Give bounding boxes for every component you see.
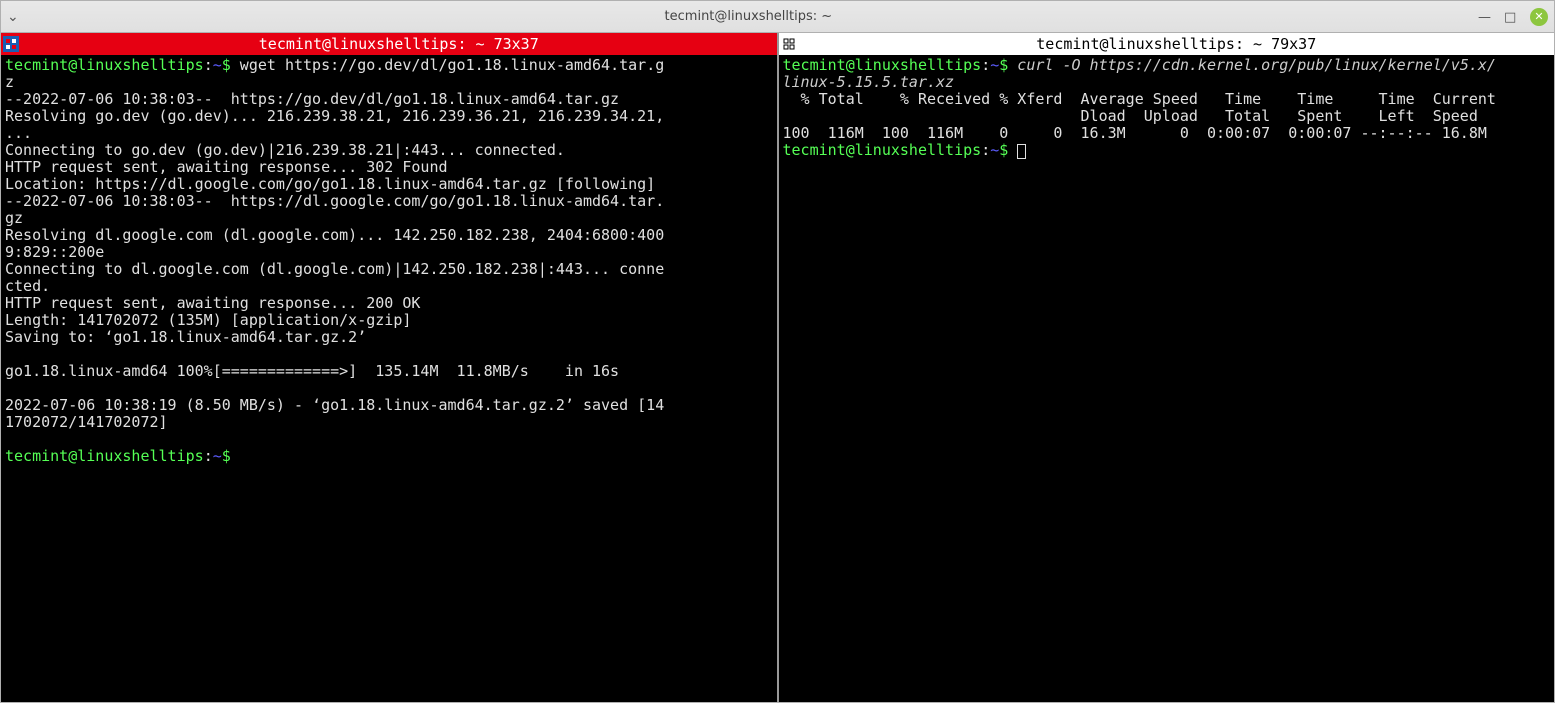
prompt-user-2: tecmint@linuxshelltips [5, 447, 204, 465]
titlebar-left: ⌄ [7, 9, 19, 25]
prompt-path-r2: ~ [990, 141, 999, 159]
pane-titlebar-right[interactable]: tecmint@linuxshelltips: ~ 79x37 [779, 33, 1555, 55]
terminal-output-left[interactable]: tecmint@linuxshelltips:~$ wget https://g… [1, 55, 777, 702]
prompt-user-r: tecmint@linuxshelltips [783, 56, 982, 74]
pane-titlebar-left[interactable]: tecmint@linuxshelltips: ~ 73x37 [1, 33, 777, 55]
split-container: tecmint@linuxshelltips: ~ 73x37 tecmint@… [1, 33, 1554, 702]
prompt-dollar-2: $ [222, 447, 231, 465]
pane-title-right: tecmint@linuxshelltips: ~ 79x37 [801, 35, 1553, 53]
terminal-window: ⌄ tecmint@linuxshelltips: ~ — □ ✕ tecmin… [0, 0, 1555, 703]
prompt-path-2: ~ [213, 447, 222, 465]
terminator-new-icon[interactable] [3, 36, 19, 52]
prompt-path-r: ~ [990, 56, 999, 74]
terminal-pane-left[interactable]: tecmint@linuxshelltips: ~ 73x37 tecmint@… [1, 33, 777, 702]
cursor [1017, 144, 1026, 159]
terminal-output-right[interactable]: tecmint@linuxshelltips:~$ curl -O https:… [779, 55, 1555, 702]
window-titlebar[interactable]: ⌄ tecmint@linuxshelltips: ~ — □ ✕ [1, 1, 1554, 33]
close-button[interactable]: ✕ [1530, 8, 1548, 26]
prompt-dollar: $ [222, 56, 231, 74]
titlebar-controls: — □ ✕ [1478, 8, 1548, 26]
prompt-dollar-r: $ [999, 56, 1008, 74]
prompt-path: ~ [213, 56, 222, 74]
curl-output: % Total % Received % Xferd Average Speed… [783, 90, 1496, 142]
dropdown-icon[interactable]: ⌄ [7, 9, 19, 25]
split-grid-icon[interactable] [781, 36, 797, 52]
window-title: tecmint@linuxshelltips: ~ [19, 9, 1478, 24]
maximize-button[interactable]: □ [1504, 10, 1518, 24]
prompt-user: tecmint@linuxshelltips [5, 56, 204, 74]
wget-output: --2022-07-06 10:38:03-- https://go.dev/d… [5, 90, 664, 431]
prompt-dollar-r2: $ [999, 141, 1008, 159]
minimize-button[interactable]: — [1478, 10, 1492, 24]
prompt-user-r2: tecmint@linuxshelltips [783, 141, 982, 159]
pane-title-left: tecmint@linuxshelltips: ~ 73x37 [23, 35, 775, 53]
terminal-pane-right[interactable]: tecmint@linuxshelltips: ~ 79x37 tecmint@… [779, 33, 1555, 702]
